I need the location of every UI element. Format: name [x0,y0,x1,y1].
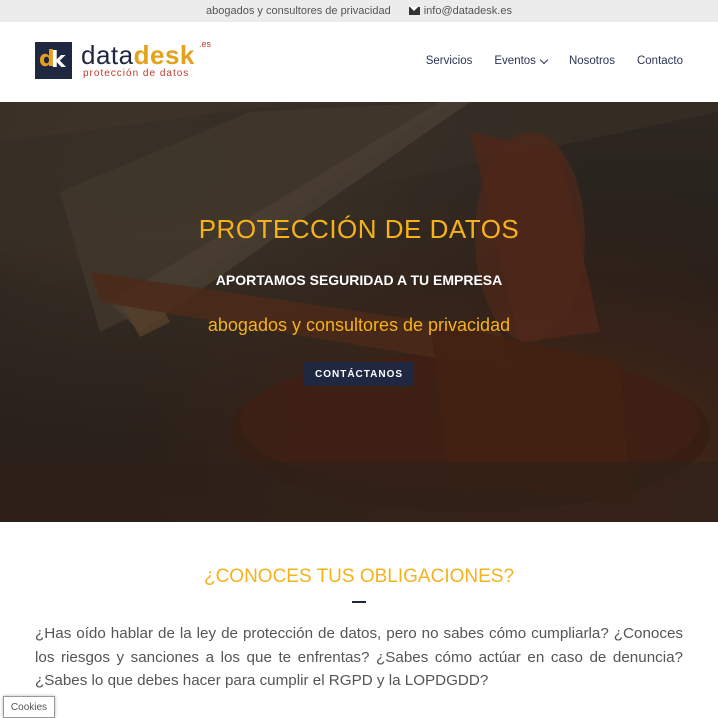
hero-subtitle: APORTAMOS SEGURIDAD A TU EMPRESA [215,272,503,288]
logo-word-es: .es [199,39,212,49]
nav-item-label: Contacto [636,55,683,67]
top-bar-email: info@datadesk.es [423,5,512,17]
top-bar-tagline: abogados y consultores de privacidad [206,5,391,17]
envelope-icon [408,7,420,15]
nav-item-contacto[interactable]: Contacto [637,55,683,67]
nav-item-nosotros[interactable]: Nosotros [569,55,615,67]
top-bar: abogados y consultores de privacidad inf… [0,0,718,22]
section-text: ¿Has oído hablar de la ley de protección… [35,625,683,689]
hero-title: PROTECCIÓN DE DATOS [198,214,520,244]
hero-tagline: abogados y consultores de privacidad [207,315,511,335]
cookies-button[interactable]: Cookies [3,696,55,718]
logo-mark-k: k [51,48,66,73]
section-title: ¿CONOCES TUS OBLIGACIONES? [203,566,515,587]
top-bar-email-link[interactable]: info@datadesk.es [408,5,512,17]
nav-item-eventos[interactable]: Eventos [494,55,549,67]
logo[interactable]: d k datadesk .es protección de datos [35,39,211,79]
section-divider [352,601,366,603]
header: d k datadesk .es protección de datos Ser… [0,22,718,102]
logo-word-data: data [81,40,134,70]
contact-button[interactable]: CONTÁCTANOS [304,362,414,386]
hero-banner: PROTECCIÓN DE DATOS APORTAMOS SEGURIDAD … [0,102,718,522]
nav-item-label: Nosotros [568,55,615,67]
logo-mark: d k [35,42,72,79]
nav-item-label: Servicios [425,55,473,67]
logo-subtitle: protección de datos [83,68,190,79]
logo-text: datadesk .es protección de datos [81,39,211,79]
nav-item-label: Eventos [494,55,536,67]
nav-item-servicios[interactable]: Servicios [426,55,473,67]
logo-word-desk: desk [133,40,195,70]
logo-wordmark: datadesk [81,42,195,68]
hero-overlay [0,102,718,522]
chevron-down-icon [539,55,549,64]
main-nav: Servicios Eventos Nosotros Contacto [426,55,683,67]
